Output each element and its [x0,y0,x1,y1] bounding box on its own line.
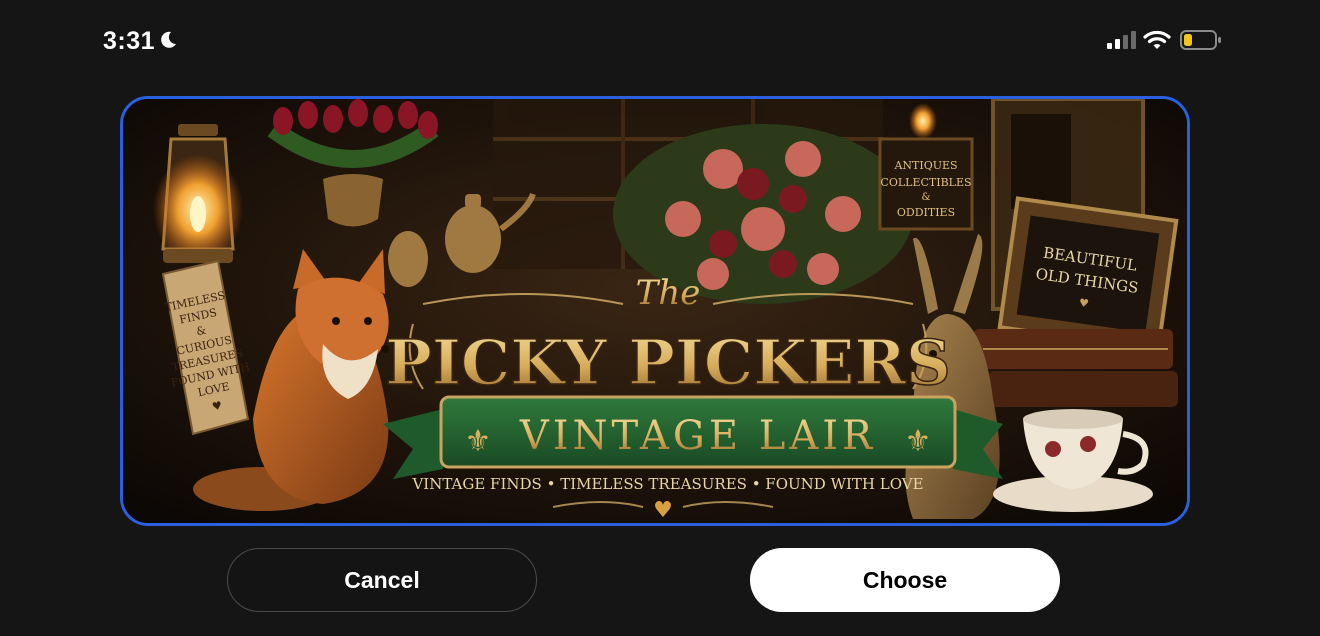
shop-sign-line-1: ANTIQUES [893,159,957,172]
svg-text:⚜: ⚜ [905,424,932,459]
banner-artwork: ANTIQUES COLLECTIBLES & ODDITIES BEAUTIF… [123,99,1187,523]
title-main: PICKY PICKERS [385,326,950,399]
cellular-signal-icon [1107,31,1136,49]
banner-image-preview: ANTIQUES COLLECTIBLES & ODDITIES BEAUTIF… [120,96,1190,526]
status-time: 3:31 [103,27,156,55]
vintage-lair-banner: VINTAGE LAIR ⚜ ⚜ [383,395,1003,479]
choose-button[interactable]: Choose [750,548,1060,612]
books-stack [973,329,1178,407]
wifi-icon [1143,30,1171,49]
shop-sign-line-2: COLLECTIBLES [880,176,971,189]
title-the: The [636,273,701,313]
svg-text:♥: ♥ [1078,296,1090,310]
shop-sign-line-4: ODDITIES [897,206,955,219]
title-banner: VINTAGE LAIR [519,413,876,459]
beautiful-old-things-frame: BEAUTIFUL OLD THINGS ♥ [997,196,1179,352]
svg-text:⚜: ⚜ [465,424,492,459]
tagline: VINTAGE FINDS • TIMELESS TREASURES • FOU… [411,475,923,493]
heart-ornament-icon: ♥ [653,498,673,523]
moon-icon [161,31,176,48]
status-bar: 3:31 [0,0,1320,80]
battery-low-icon [1180,30,1221,50]
cancel-button[interactable]: Cancel [227,548,537,612]
shop-sign-line-3: & [922,192,931,203]
